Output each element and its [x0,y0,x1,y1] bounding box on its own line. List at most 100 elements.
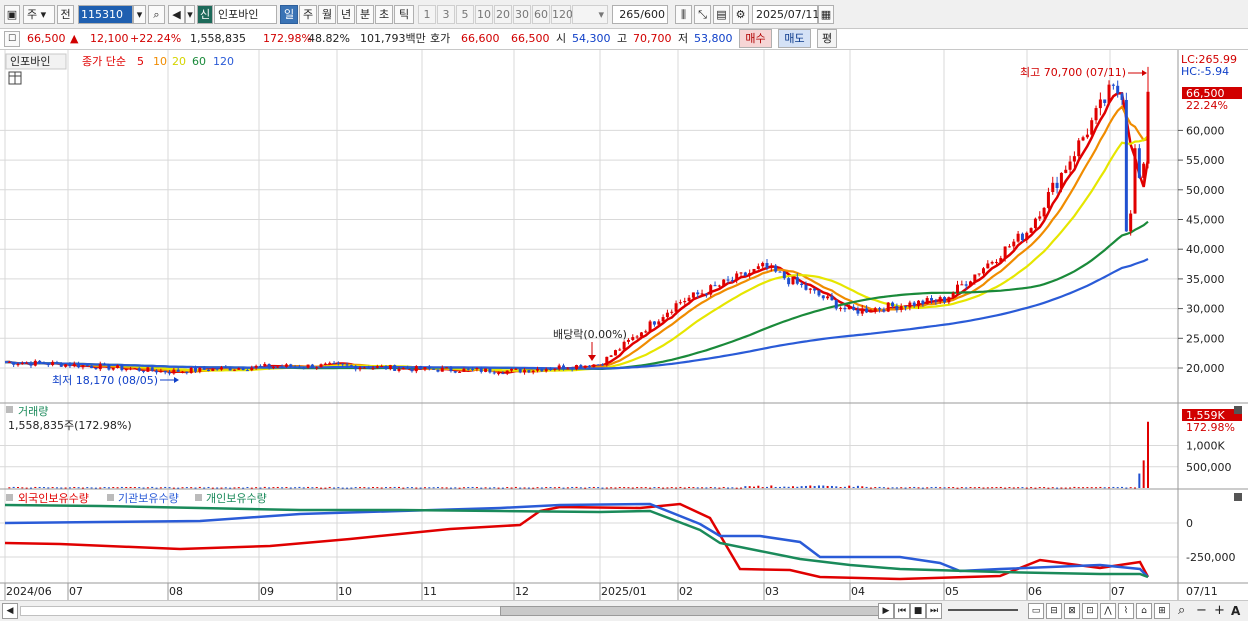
interval-20[interactable]: 20 [494,5,512,24]
period-tab-day[interactable]: 일 [280,5,298,24]
chevron-down-icon[interactable]: ▾ [133,5,146,24]
x-tick-label: 04 [851,585,865,598]
candle-body [834,300,838,309]
interval-1[interactable]: 1 [418,5,436,24]
candle-body [739,272,743,274]
zoom-slider[interactable] [948,609,1018,611]
tool-icon[interactable]: ⌂ [1136,603,1152,619]
interval-60[interactable]: 60 [532,5,550,24]
sell-button[interactable]: 매도 [778,29,811,48]
stock-code-input[interactable]: 115310 [78,5,133,24]
y-tick-label: 30,000 [1186,303,1225,316]
candle-body [142,370,146,372]
speaker-icon[interactable]: ◀ [168,5,185,24]
y-tick-label: 55,000 [1186,154,1225,167]
interval-120[interactable]: 120 [551,5,573,24]
low-annotation: 최저 18,170 (08/05) [52,374,158,387]
buy-button[interactable]: 매수 [739,29,772,48]
market-select[interactable]: 주 ▾ [23,5,55,24]
eval-button[interactable]: 평 [817,29,837,48]
candle-body [1107,84,1111,103]
period-tab-week[interactable]: 주 [299,5,317,24]
period-tab-month[interactable]: 월 [318,5,336,24]
tool-icon[interactable]: ⊟ [1046,603,1062,619]
prev-button[interactable]: 전 [57,5,74,24]
candle-body [1142,163,1146,178]
gear-icon[interactable]: ⚙ [732,5,749,24]
tool-icon[interactable]: ⊞ [1154,603,1170,619]
fast-forward-icon[interactable]: ⏭ [926,603,942,619]
candle-body [994,261,998,263]
candle-body [310,364,314,369]
tool-icon[interactable]: ⋀ [1100,603,1116,619]
candle-body [77,363,81,368]
low-label: 저 [678,32,689,45]
stock-chart[interactable]: 인포바인 종가 단순 5 10 20 60 120 LC:265.99 HC:-… [0,50,1248,600]
volume-bar [60,487,63,489]
auto-scale-icon[interactable]: A [1231,603,1240,619]
stock-name-field[interactable]: 인포바인 [214,5,277,24]
volume-bar [1004,487,1007,489]
candle-body [271,366,275,368]
volume-bar [835,486,838,488]
volume-bar [722,486,725,488]
period-tab-year[interactable]: 년 [337,5,355,24]
close-panel-icon[interactable] [1234,493,1242,501]
scroll-left-icon[interactable]: ◀ [2,603,18,619]
tool-icon[interactable]: ▭ [1028,603,1044,619]
tool-icon[interactable]: ⌇ [1118,603,1134,619]
checkbox-icon[interactable]: ☐ [4,31,20,47]
interval-30[interactable]: 30 [513,5,531,24]
volume-bar [129,486,132,488]
period-tab-minute[interactable]: 분 [356,5,374,24]
volume-bar [527,487,530,489]
interval-custom-select[interactable]: ▾ [572,5,608,24]
zoom-icon[interactable]: ⌕ [1178,603,1185,619]
candle-icon[interactable]: ⫼ [675,5,692,24]
draw-tool-icon[interactable]: ⤡ [694,5,711,24]
volume-bar [285,487,288,489]
volume-bar [12,486,15,488]
calendar-icon[interactable]: ▦ [818,5,834,24]
candle-body [111,367,115,370]
candle-body [726,279,730,281]
volume-bar [1112,486,1115,488]
layout-icon[interactable]: ▣ [4,5,20,24]
date-field[interactable]: 2025/07/11 [752,5,819,24]
search-icon[interactable]: ⌕ [148,5,165,24]
rewind-icon[interactable]: ⏮ [894,603,910,619]
candle-body [1064,169,1068,173]
volume-bar [852,486,855,488]
interval-10[interactable]: 10 [475,5,493,24]
period-tab-second[interactable]: 초 [375,5,393,24]
candle-body [46,364,50,366]
stop-icon[interactable]: ■ [910,603,926,619]
chevron-down-icon[interactable]: ▾ [185,5,195,24]
candle-body [12,361,16,365]
period-tab-tick[interactable]: 틱 [394,5,414,24]
y-tick-label: 500,000 [1186,461,1232,474]
candle-body [1025,232,1029,241]
scroll-right-icon[interactable]: ▶ [878,603,894,619]
candle-body [839,307,843,309]
interval-3[interactable]: 3 [437,5,455,24]
volume-bar [419,487,422,489]
candle-body [917,300,921,306]
volume-bar [185,487,188,489]
zoom-in-icon[interactable]: + [1214,603,1225,619]
volume-bar [952,487,955,489]
save-icon[interactable]: ▤ [713,5,730,24]
candle-body [613,350,617,356]
candle-body [414,366,418,372]
zoom-out-icon[interactable]: − [1196,603,1207,619]
count-field[interactable]: 265/600 [612,5,668,24]
volume-bar [991,487,994,489]
interval-5[interactable]: 5 [456,5,474,24]
candle-body [678,302,682,304]
scroll-thumb[interactable] [500,606,880,616]
volume-bar [389,487,392,489]
volume-bar [320,487,323,489]
close-panel-icon[interactable] [1234,406,1242,414]
tool-icon[interactable]: ⊡ [1082,603,1098,619]
tool-icon[interactable]: ⊠ [1064,603,1080,619]
